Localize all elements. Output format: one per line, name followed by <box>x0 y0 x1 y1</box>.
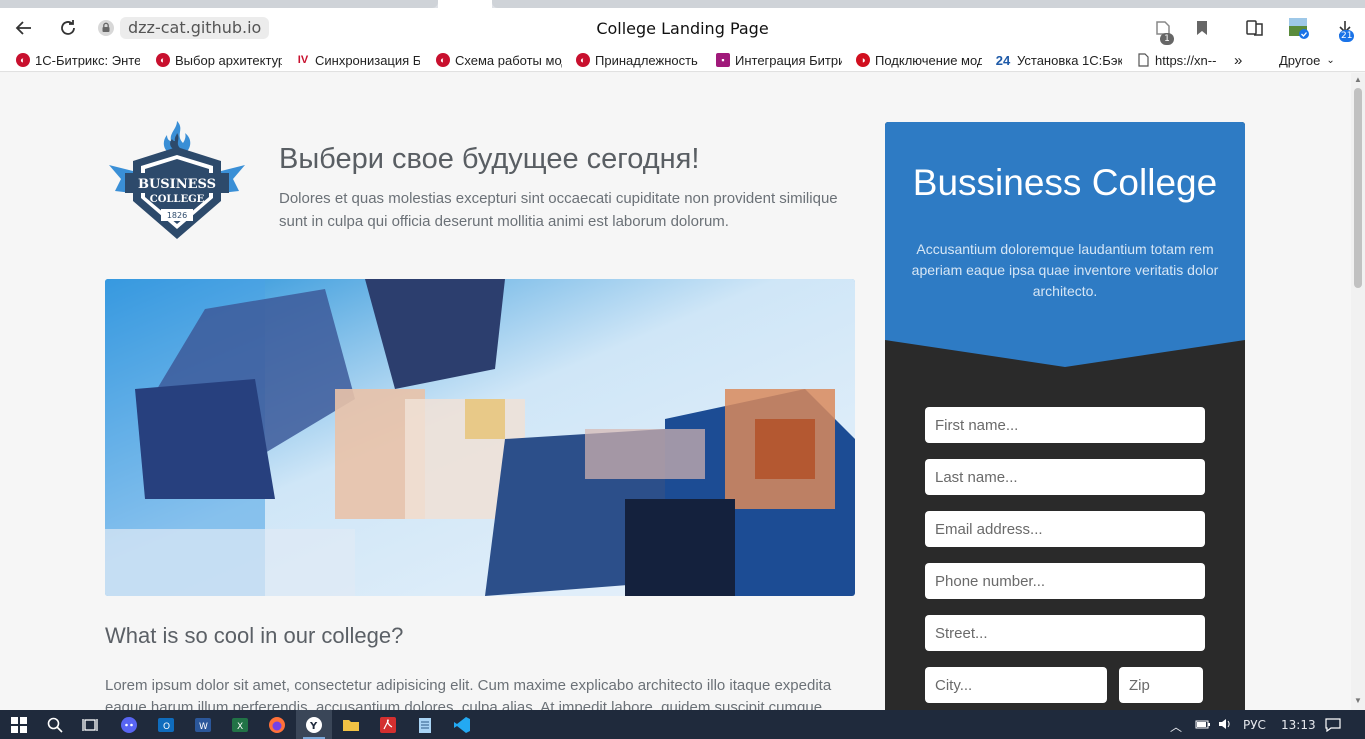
puzzle-icon: ▪ <box>716 53 730 67</box>
tray-chevron-icon[interactable]: ︿ <box>1170 718 1182 735</box>
hero-photo <box>105 279 855 596</box>
task-view-icon[interactable] <box>79 714 101 736</box>
bookmark-item[interactable]: https://xn-- <box>1136 52 1218 68</box>
scroll-up-icon[interactable]: ▲ <box>1354 76 1362 84</box>
bitrix-icon: ◐ <box>576 53 590 67</box>
bookmark-label: Интеграция Битри <box>735 52 842 68</box>
bookmark-item[interactable]: ◐ Принадлежность <box>576 52 700 68</box>
bookmark-label: Схема работы мод <box>455 52 562 68</box>
bitrix-icon: ◐ <box>436 53 450 67</box>
bookmark-label: Синхронизация Би <box>315 52 420 68</box>
bitrix-icon: ◑ <box>856 53 870 67</box>
search-icon[interactable] <box>44 714 66 736</box>
windows-taskbar: O W X Y ︿ РУС 13:13 <box>0 710 1365 739</box>
volume-icon[interactable] <box>1218 718 1232 733</box>
bookmark-item[interactable]: ◐ Схема работы мод <box>436 52 562 68</box>
notifications-icon[interactable] <box>1325 718 1341 735</box>
collections-icon[interactable] <box>1243 16 1267 40</box>
pdf-reader-icon[interactable] <box>377 714 399 736</box>
bitrix-icon: ◐ <box>16 53 30 67</box>
bookmark-label: Выбор архитектуры <box>175 52 282 68</box>
bookmark-item[interactable]: ◐ 1С-Битрикс: Энтерп <box>16 52 140 68</box>
discord-icon[interactable] <box>118 714 140 736</box>
logo-line1: BUSINESS <box>138 177 216 192</box>
last-name-field[interactable] <box>925 459 1205 495</box>
visual-studio-icon[interactable] <box>488 714 510 736</box>
word-icon[interactable]: W <box>192 714 214 736</box>
street-field[interactable] <box>925 615 1205 651</box>
bookmarks-more-button[interactable]: » <box>1234 52 1248 68</box>
bookmark-item[interactable]: ◑ Подключение мод <box>856 52 982 68</box>
bookmark-label: 1С-Битрикс: Энтерп <box>35 52 140 68</box>
svg-text:W: W <box>199 722 208 732</box>
form-title: Bussiness College <box>912 162 1218 203</box>
bitrix-icon: ◐ <box>156 53 170 67</box>
file-explorer-icon[interactable] <box>340 714 362 736</box>
section-text: Lorem ipsum dolor sit amet, consectetur … <box>105 677 832 710</box>
city-field[interactable] <box>925 667 1107 703</box>
signup-form-card: Bussiness College Accusantium doloremque… <box>885 122 1245 710</box>
bookmark-label: Принадлежность <box>595 52 698 68</box>
inactive-tab[interactable] <box>0 0 438 8</box>
tab-strip <box>0 0 1365 8</box>
scrollbar-thumb[interactable] <box>1354 88 1362 288</box>
browser-toolbar: dzz-cat.github.io College Landing Page 1… <box>0 8 1365 48</box>
yandex-browser-icon[interactable]: Y <box>303 714 325 736</box>
iv-icon: IV <box>297 54 309 66</box>
other-bookmarks-label: Другое <box>1279 52 1321 68</box>
scroll-down-icon[interactable]: ▼ <box>1354 697 1362 705</box>
zip-field[interactable] <box>1119 667 1203 703</box>
page-scrollbar[interactable]: ▲ ▼ <box>1351 73 1365 710</box>
bookmark-icon[interactable] <box>1190 16 1214 40</box>
notepad-icon[interactable] <box>414 714 436 736</box>
active-tab[interactable] <box>438 0 492 8</box>
extension-badge: 1 <box>1160 33 1174 45</box>
svg-text:Y: Y <box>309 721 318 732</box>
section-title: What is so cool in our college? <box>105 623 404 648</box>
first-name-field[interactable] <box>925 407 1205 443</box>
bookmark-item[interactable]: 24 Установка 1С:Бэкс <box>994 52 1122 68</box>
bookmark-label: Установка 1С:Бэкс <box>1017 52 1122 68</box>
profile-avatar-icon[interactable] <box>1287 16 1311 40</box>
firefox-icon[interactable] <box>266 714 288 736</box>
vscode-icon[interactable] <box>451 714 473 736</box>
hero-text: Dolores et quas molestias excepturi sint… <box>279 190 838 230</box>
email-field[interactable] <box>925 511 1205 547</box>
battery-icon[interactable] <box>1195 718 1211 733</box>
logo-year: 1826 <box>167 211 187 220</box>
bookmark-item[interactable]: IV Синхронизация Би <box>296 52 420 68</box>
other-bookmarks-button[interactable]: Другое ⌄ <box>1279 52 1339 68</box>
bookmark-item[interactable]: ▪ Интеграция Битри <box>716 52 842 68</box>
bookmark-label: Подключение мод <box>875 52 982 68</box>
chevron-down-icon: ⌄ <box>1326 54 1335 66</box>
svg-text:X: X <box>237 722 243 732</box>
form-subtitle: Accusantium doloremque laudantium totam … <box>911 241 1219 299</box>
bookmark-label: https://xn-- <box>1155 52 1217 68</box>
excel-icon[interactable]: X <box>229 714 251 736</box>
college-logo: BUSINESS COLLEGE 1826 <box>105 121 249 243</box>
bookmarks-bar: ◐ 1С-Битрикс: Энтерп ◐ Выбор архитектуры… <box>0 48 1365 72</box>
phone-field[interactable] <box>925 563 1205 599</box>
page-icon <box>1136 53 1150 67</box>
form-header: Bussiness College Accusantium doloremque… <box>885 122 1245 367</box>
bookmark-item[interactable]: ◐ Выбор архитектуры <box>156 52 282 68</box>
svg-text:O: O <box>163 722 170 732</box>
page-viewport: BUSINESS COLLEGE 1826 Выбери свое будуще… <box>0 73 1351 710</box>
downloads-badge: 21 <box>1339 30 1355 42</box>
logo-line2: COLLEGE <box>150 194 205 205</box>
windows-start-icon[interactable] <box>8 714 30 736</box>
clock[interactable]: 13:13 <box>1281 718 1316 732</box>
inactive-tab[interactable] <box>492 0 1365 8</box>
24-icon: 24 <box>995 52 1011 68</box>
input-language[interactable]: РУС <box>1243 718 1266 732</box>
hero-title: Выбери свое будущее сегодня! <box>279 143 700 175</box>
outlook-icon[interactable]: O <box>155 714 177 736</box>
